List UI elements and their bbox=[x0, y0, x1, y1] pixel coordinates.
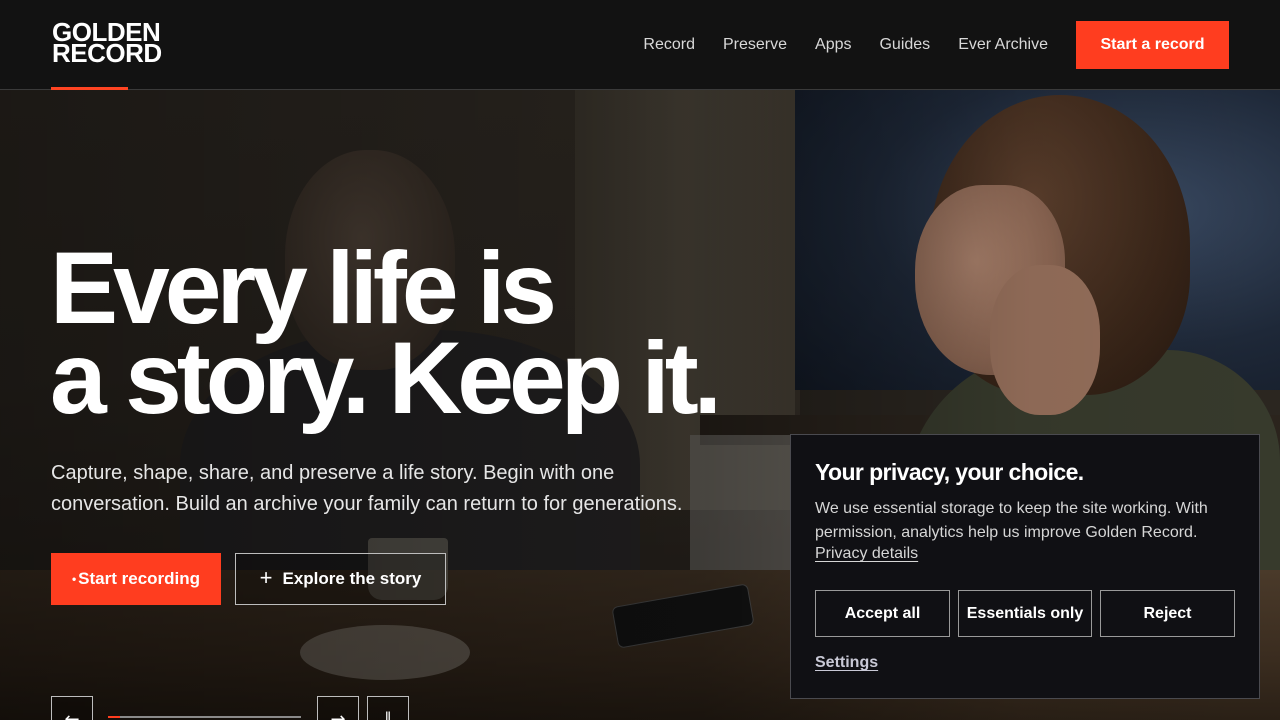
record-dot-icon: • bbox=[71, 572, 77, 586]
slide-next-button[interactable]: → bbox=[317, 696, 359, 720]
essentials-only-button[interactable]: Essentials only bbox=[958, 590, 1092, 637]
start-recording-label: Start recording bbox=[78, 569, 201, 588]
start-recording-button[interactable]: • Start recording bbox=[51, 553, 221, 605]
accept-all-button[interactable]: Accept all bbox=[815, 590, 950, 637]
pause-icon: ‖ bbox=[384, 709, 392, 720]
nav-ever-archive[interactable]: Ever Archive bbox=[958, 36, 1048, 54]
hero-subcopy: Capture, shape, share, and preserve a li… bbox=[51, 458, 751, 520]
nav-apps[interactable]: Apps bbox=[815, 36, 851, 54]
reject-button[interactable]: Reject bbox=[1100, 590, 1235, 637]
logo-line-2: RECORD bbox=[52, 38, 162, 68]
headline-line-1: Every life is bbox=[50, 231, 557, 345]
slide-progress bbox=[108, 716, 301, 718]
active-indicator bbox=[51, 87, 128, 90]
privacy-body-line-1: We use essential storage to keep the sit… bbox=[815, 500, 1208, 517]
slide-progress-fill bbox=[108, 716, 120, 718]
nav-preserve[interactable]: Preserve bbox=[723, 36, 787, 54]
explore-story-button[interactable]: + Explore the story bbox=[235, 553, 446, 605]
main-nav: Record Preserve Apps Guides Ever Archive bbox=[643, 0, 1048, 90]
nav-record[interactable]: Record bbox=[643, 36, 695, 54]
golden-record-logo[interactable]: GOLDEN RECORD bbox=[52, 19, 176, 68]
privacy-dialog: Your privacy, your choice. We use essent… bbox=[790, 434, 1260, 699]
privacy-body-line-2: permission, analytics help us improve Go… bbox=[815, 524, 1198, 541]
explore-story-label: Explore the story bbox=[282, 569, 422, 588]
settings-link[interactable]: Settings bbox=[815, 654, 878, 672]
plus-icon: + bbox=[259, 565, 273, 590]
nav-guides[interactable]: Guides bbox=[879, 36, 930, 54]
site-header: GOLDEN RECORD Record Preserve Apps Guide… bbox=[0, 0, 1280, 90]
subcopy-line-1: Capture, shape, share, and preserve a li… bbox=[51, 462, 615, 484]
slide-prev-button[interactable]: ← bbox=[51, 696, 93, 720]
privacy-body: We use essential storage to keep the sit… bbox=[815, 497, 1235, 545]
arrow-left-icon: ← bbox=[64, 709, 80, 720]
privacy-details-link[interactable]: Privacy details bbox=[815, 545, 918, 563]
start-a-record-button[interactable]: Start a record bbox=[1076, 21, 1229, 69]
headline-line-2: a story. Keep it. bbox=[50, 321, 722, 435]
privacy-title: Your privacy, your choice. bbox=[815, 459, 1084, 485]
subcopy-line-2: conversation. Build an archive your fami… bbox=[51, 493, 683, 515]
slide-pause-button[interactable]: ‖ bbox=[367, 696, 409, 720]
hero-headline: Every life is a story. Keep it. bbox=[50, 231, 810, 435]
arrow-right-icon: → bbox=[330, 709, 346, 720]
